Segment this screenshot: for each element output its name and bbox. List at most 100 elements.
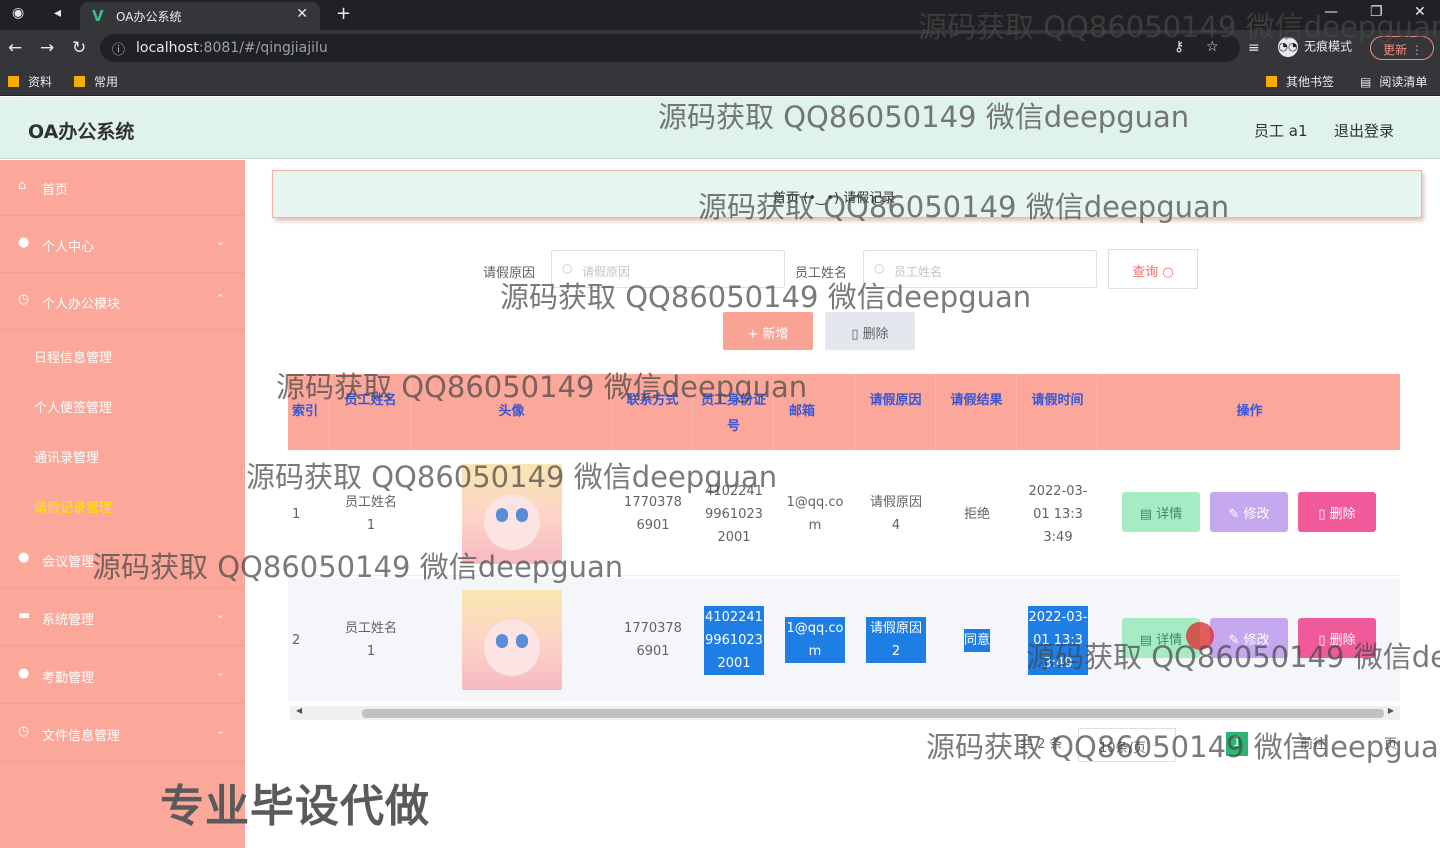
breadcrumb: 首页 (•‿•) 请假记录 [272,170,1422,218]
mute-icon[interactable]: ◂ [54,5,61,21]
sidebar-subitem-schedule[interactable]: 日程信息管理 [0,330,245,380]
mouse-cursor-highlight [1186,622,1214,650]
reading-list-icon[interactable]: ≡ [1248,40,1260,56]
cell-reason: 请假原因4 [869,495,922,533]
update-label: 更新 [1383,43,1408,57]
delete-label: 删除 [862,327,889,342]
sidebar-item-label: 会议管理 [42,555,95,570]
pencil-icon: ✎ [1228,507,1240,522]
column-header-name[interactable]: 员工姓名 [331,374,411,450]
column-header-index[interactable]: 索引 [288,374,330,450]
breadcrumb-text: 首页 (•‿•) 请假记录 [773,191,896,206]
pencil-icon: ✎ [1228,633,1240,648]
search-icon: ○ [1162,265,1174,280]
back-icon[interactable]: ← [8,38,22,58]
batch-delete-button[interactable]: ▯ 删除 [825,312,915,350]
url-field[interactable]: ⓘ localhost:8081/#/qingjiajilu ⚷ ☆ [100,34,1240,62]
sidebar-subitem-leave-records[interactable]: 请假记录管理 [0,480,245,530]
sidebar-item-label: 个人中心 [42,240,95,255]
column-header-result[interactable]: 请假结果 [937,374,1017,450]
update-button[interactable]: 更新 ⋮ [1370,36,1434,60]
new-tab-icon[interactable]: + [336,3,351,24]
delete-row-button[interactable]: ▯ 删除 [1298,618,1376,658]
sidebar-item-personal-office[interactable]: ◷ 个人办公模块 ⌃ [0,274,245,330]
incognito-icon: ◔◔ [1278,37,1298,57]
vue-logo-icon: V [92,7,104,25]
delete-row-button[interactable]: ▯ 删除 [1298,492,1376,532]
plus-icon: + [747,327,759,342]
browser-menu-icon[interactable]: ◉ [12,5,24,21]
sidebar-item-files[interactable]: ◷ 文件信息管理 ⌄ [0,706,245,762]
site-info-icon[interactable]: ⓘ [112,39,125,58]
scroll-left-icon[interactable]: ◀ [296,706,302,715]
table-row: 2 员工姓名1 17703786901 410224199610232001 1… [288,578,1400,702]
restore-icon[interactable]: ❐ [1370,4,1383,20]
minimize-icon[interactable]: — [1324,4,1338,20]
reading-list[interactable]: ▤ 阅读清单 [1360,73,1427,90]
page-size-select[interactable]: 10条/页 [1078,728,1176,762]
window-close-icon[interactable]: ✕ [1414,4,1426,20]
name-label: 员工姓名 [795,266,848,281]
scrollbar-thumb[interactable] [362,709,1384,718]
page-number-active[interactable]: 1 [1226,732,1248,756]
scroll-right-icon[interactable]: ▶ [1388,706,1394,715]
key-icon[interactable]: ⚷ [1174,39,1184,55]
app-title: OA办公系统 [28,121,135,143]
incognito-indicator[interactable]: ◔◔ 无痕模式 [1278,37,1352,57]
cell-name: 员工姓名1 [344,495,397,533]
cell-time: 2022-03-01 13:33:49 [1028,483,1088,545]
bookmark-folder-2[interactable]: 常用 [74,73,118,90]
column-header-idcard[interactable]: 员工身份证号 [694,374,774,450]
edit-button[interactable]: ✎ 修改 [1210,492,1288,532]
cell-time: 2022-03-01 13:33:49 [1018,578,1098,702]
pagination-page-unit: 页 [1384,737,1398,752]
person-icon: ● [18,550,30,565]
sidebar-item-personal-center[interactable]: ● 个人中心 ⌄ [0,217,245,273]
logout-link[interactable]: 退出登录 [1334,120,1394,141]
reason-search-input[interactable]: ○ 请假原因 [551,250,785,288]
column-header-reason[interactable]: 请假原因 [856,374,936,450]
star-icon[interactable]: ☆ [1206,39,1219,55]
sidebar-item-label: 考勤管理 [42,671,95,686]
name-search-input[interactable]: ○ 员工姓名 [863,250,1097,288]
cell-avatar [412,578,612,702]
promo-text: 专业毕设代做 [160,781,430,832]
sidebar-item-system[interactable]: ▬ 系统管理 ⌄ [0,590,245,646]
column-header-time[interactable]: 请假时间 [1018,374,1098,450]
query-button[interactable]: 查询 ○ [1108,249,1198,289]
clock-icon: ◷ [18,292,30,307]
chevron-down-icon: ⌄ [215,608,225,621]
horizontal-scrollbar[interactable]: ◀ ▶ [290,706,1400,720]
browser-tab[interactable]: V OA办公系统 ✕ [80,2,320,30]
sidebar-item-meetings[interactable]: ● 会议管理 [0,532,245,588]
other-bookmarks[interactable]: 其他书签 [1266,73,1334,90]
sidebar-subitem-contacts[interactable]: 通讯录管理 [0,430,245,480]
add-button[interactable]: + 新增 [723,312,813,350]
current-user: 员工 a1 [1254,122,1308,140]
edit-button[interactable]: ✎ 修改 [1210,618,1288,658]
sidebar-subitem-label: 日程信息管理 [34,351,113,366]
column-header-avatar[interactable]: 头像 [412,374,612,450]
close-tab-icon[interactable]: ✕ [296,6,308,22]
window-icon: ▬ [18,608,31,623]
sidebar-subitem-notes[interactable]: 个人便签管理 [0,380,245,430]
leave-records-table: 索引 员工姓名 头像 联系方式 员工身份证号 邮箱 请假原因 请假结果 请假时间… [288,374,1400,702]
forward-icon[interactable]: → [40,38,54,58]
sidebar-item-attendance[interactable]: ● 考勤管理 ⌄ [0,648,245,704]
bookmark-folder-1[interactable]: 资料 [8,73,52,90]
column-header-email[interactable]: 邮箱 [775,374,855,450]
column-header-phone[interactable]: 联系方式 [613,374,693,450]
chevron-down-icon: ⌄ [215,666,225,679]
cell-phone: 17703786901 [624,495,682,533]
bookmarks-bar: 资料 常用 其他书签 ▤ 阅读清单 [0,66,1440,96]
reload-icon[interactable]: ↻ [72,38,86,58]
add-label: 新增 [762,327,789,342]
name-placeholder: 员工姓名 [894,265,943,279]
detail-button[interactable]: ▤ 详情 [1122,492,1200,532]
avatar-image [462,590,562,690]
cell-idcard: 410224199610232001 [694,578,774,702]
chevron-down-icon: ⌄ [215,724,225,737]
cell-index: 1 [292,506,301,522]
sidebar-item-home[interactable]: ⌂ 首页 [0,160,245,216]
sidebar-item-label: 系统管理 [42,613,95,628]
